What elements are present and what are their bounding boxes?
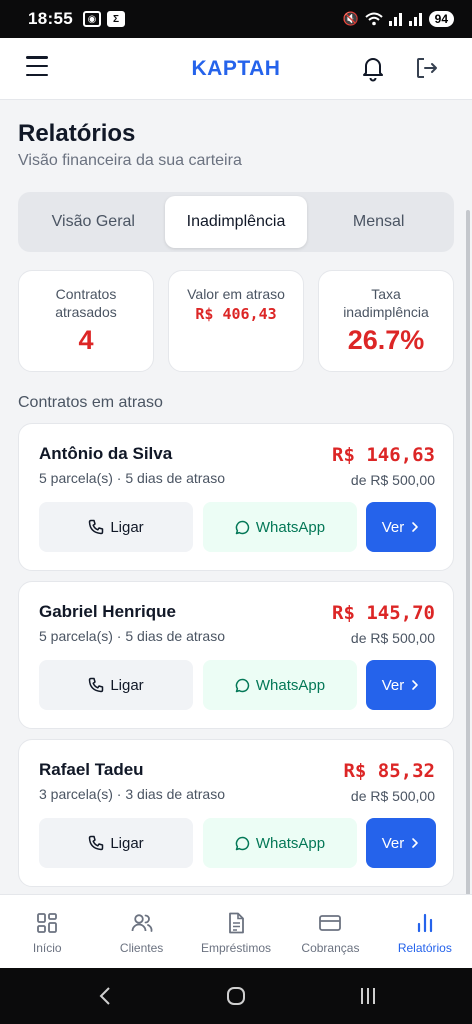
contract-card: Rafael Tadeu 3 parcela(s) · 3 dias de at…: [18, 739, 454, 887]
phone-icon: [89, 519, 104, 535]
whatsapp-button[interactable]: WhatsApp: [203, 818, 357, 868]
stat-overdue-contracts: Contratos atrasados 4: [18, 270, 154, 372]
call-button[interactable]: Ligar: [39, 660, 193, 710]
nav-label: Cobranças: [301, 941, 360, 955]
bar-chart-icon: [417, 913, 432, 933]
whatsapp-button[interactable]: WhatsApp: [203, 502, 357, 552]
chevron-right-icon: [412, 838, 419, 848]
signal-icon: [388, 13, 402, 26]
chat-bubble-icon: [235, 836, 250, 850]
nav-item-home[interactable]: Início: [0, 895, 94, 968]
installments-info: 5 parcela(s) · 5 dias de atraso: [39, 628, 225, 644]
overdue-amount: R$ 146,63: [332, 444, 435, 466]
home-icon[interactable]: [226, 986, 246, 1006]
stat-overdue-value: Valor em atraso R$ 406,43: [168, 270, 304, 372]
contract-card: Gabriel Henrique 5 parcela(s) · 5 dias d…: [18, 581, 454, 729]
tab-overview[interactable]: Visão Geral: [22, 196, 165, 248]
tab-monthly[interactable]: Mensal: [307, 196, 450, 248]
whatsapp-button[interactable]: WhatsApp: [203, 660, 357, 710]
scrollbar[interactable]: [466, 210, 470, 894]
stat-label: Valor em atraso: [187, 286, 285, 302]
stat-value: R$ 406,43: [195, 305, 277, 323]
menu-icon[interactable]: [26, 56, 48, 76]
base-amount: de R$ 500,00: [350, 630, 435, 646]
view-button[interactable]: Ver: [366, 818, 436, 868]
notification-bell-icon[interactable]: [360, 54, 386, 82]
client-name: Antônio da Silva: [39, 444, 173, 463]
whatsapp-label: WhatsApp: [255, 518, 326, 536]
view-label: Ver: [381, 518, 405, 536]
call-label: Ligar: [110, 676, 144, 694]
back-icon[interactable]: [96, 986, 116, 1006]
section-title: Contratos em atraso: [18, 394, 163, 411]
nav-item-loans[interactable]: Empréstimos: [189, 895, 283, 968]
document-icon: [229, 912, 244, 934]
whatsapp-label: WhatsApp: [255, 834, 326, 852]
view-label: Ver: [381, 834, 405, 852]
system-nav-bar: [0, 968, 472, 1024]
bottom-nav: Início Clientes Empréstimos Cobranças Re…: [0, 894, 472, 968]
chat-bubble-icon: [235, 678, 250, 692]
tab-default[interactable]: Inadimplência: [164, 196, 308, 248]
installments-info: 3 parcela(s) · 3 dias de atraso: [39, 786, 225, 802]
view-label: Ver: [381, 676, 405, 694]
nav-item-charges[interactable]: Cobranças: [283, 895, 377, 968]
base-amount: de R$ 500,00: [350, 788, 435, 804]
call-label: Ligar: [110, 518, 144, 536]
brand-title: KAPTAH: [191, 56, 281, 80]
call-button[interactable]: Ligar: [39, 818, 193, 868]
client-name: Rafael Tadeu: [39, 760, 144, 779]
nav-label: Empréstimos: [201, 941, 272, 955]
view-button[interactable]: Ver: [366, 502, 436, 552]
users-icon: [131, 914, 153, 932]
overdue-amount: R$ 85,32: [343, 760, 435, 782]
chevron-right-icon: [412, 522, 419, 532]
stat-value: 4: [78, 325, 94, 355]
page-title: Relatórios: [18, 120, 136, 147]
logout-icon[interactable]: [414, 54, 440, 82]
mute-icon: 🔇: [342, 11, 359, 26]
whatsapp-label: WhatsApp: [255, 676, 326, 694]
contract-card: Antônio da Silva 5 parcela(s) · 5 dias d…: [18, 423, 454, 571]
stat-label: Taxa inadimplência: [343, 286, 429, 320]
chevron-right-icon: [412, 680, 419, 690]
screen-record-icon: ◉: [82, 11, 101, 27]
overdue-amount: R$ 145,70: [332, 602, 435, 624]
chat-bubble-icon: [235, 520, 250, 534]
nav-label: Início: [32, 941, 62, 955]
nav-label: Relatórios: [397, 941, 452, 955]
client-name: Gabriel Henrique: [39, 602, 176, 621]
call-button[interactable]: Ligar: [39, 502, 193, 552]
sigma-app-icon: Σ: [106, 11, 125, 27]
grid-icon: [37, 913, 58, 933]
signal-icon-2: [408, 13, 422, 26]
recents-icon[interactable]: [358, 986, 378, 1006]
main-content[interactable]: Relatórios Visão financeira da sua carte…: [0, 100, 472, 894]
page-subtitle: Visão financeira da sua carteira: [18, 152, 242, 169]
app-header: KAPTAH: [0, 38, 472, 100]
nav-label: Clientes: [119, 941, 164, 955]
installments-info: 5 parcela(s) · 5 dias de atraso: [39, 470, 225, 486]
stat-label: Contratos atrasados: [55, 286, 117, 320]
stat-default-rate: Taxa inadimplência 26.7%: [318, 270, 454, 372]
nav-item-reports[interactable]: Relatórios: [378, 895, 472, 968]
phone-icon: [89, 835, 104, 851]
stat-value: 26.7%: [347, 325, 425, 355]
phone-icon: [89, 677, 104, 693]
report-tabs: Visão Geral Inadimplência Mensal: [18, 192, 454, 252]
status-time: 18:55: [28, 9, 73, 28]
battery-indicator: 94: [428, 11, 454, 27]
view-button[interactable]: Ver: [366, 660, 436, 710]
card-icon: [319, 915, 342, 931]
wifi-icon: [364, 12, 383, 26]
nav-item-clients[interactable]: Clientes: [94, 895, 188, 968]
call-label: Ligar: [110, 834, 144, 852]
base-amount: de R$ 500,00: [350, 472, 435, 488]
status-bar: 18:55 ◉ Σ 🔇 94: [0, 0, 472, 38]
